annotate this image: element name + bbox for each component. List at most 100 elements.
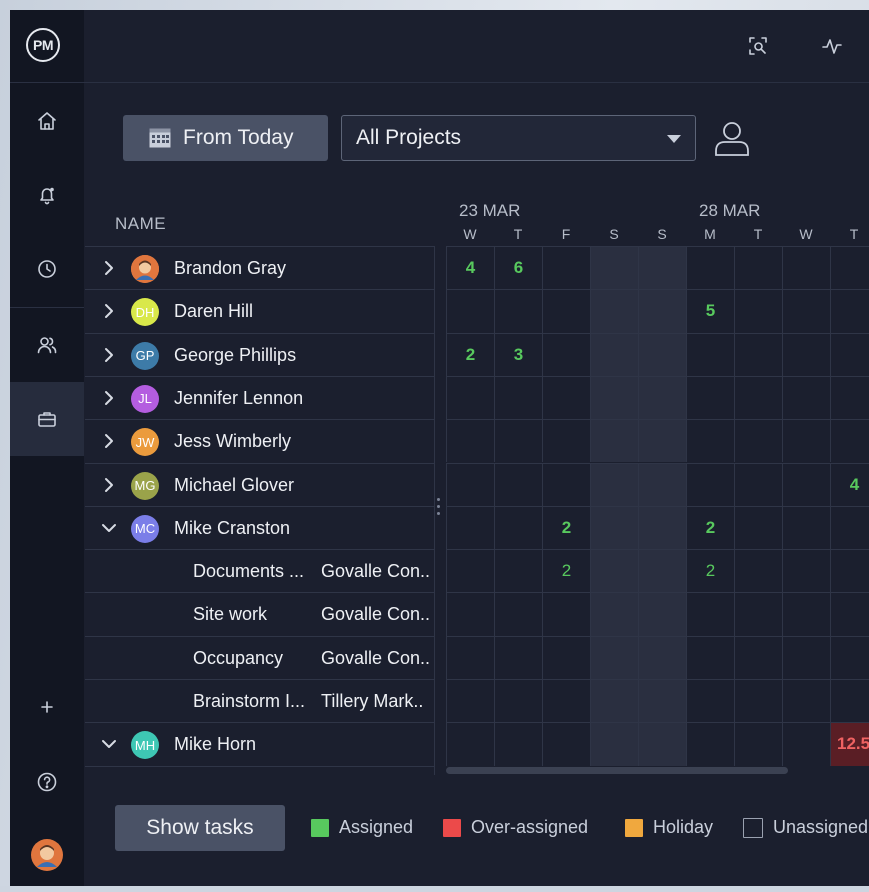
workload-cell[interactable] [638,722,686,766]
workload-cell[interactable] [734,679,782,723]
workload-cell[interactable] [638,592,686,636]
workload-cell[interactable] [782,462,830,506]
sidebar-item-notifications[interactable] [10,158,84,232]
workload-cell[interactable] [782,592,830,636]
workload-cell[interactable] [734,375,782,420]
workload-cell[interactable] [590,679,638,723]
workload-cell[interactable] [782,419,830,463]
workload-cell[interactable]: 4 [830,462,869,506]
workload-cell[interactable] [590,332,638,376]
workload-cell[interactable]: 2 [686,505,734,550]
resource-row[interactable]: JW Jess Wimberly [85,419,435,462]
project-select[interactable]: All Projects [341,115,696,161]
workload-cell[interactable] [542,679,590,723]
workload-cell[interactable] [446,505,494,550]
workload-cell[interactable] [446,592,494,636]
workload-cell[interactable]: 5 [686,289,734,333]
workload-cell[interactable]: 3 [494,332,542,376]
workload-cell[interactable] [830,332,869,376]
workload-cell[interactable] [590,246,638,290]
resource-row[interactable]: MH Mike Horn [85,722,435,765]
from-today-button[interactable]: From Today [123,115,328,161]
workload-cell[interactable] [638,332,686,376]
workload-cell[interactable]: 2 [542,505,590,550]
workload-cell[interactable] [542,332,590,376]
workload-cell[interactable] [734,549,782,593]
sidebar-item-team[interactable] [10,308,84,382]
workload-cell[interactable] [734,332,782,376]
workload-cell[interactable]: 6 [494,246,542,290]
resource-row[interactable]: MG Michael Glover [85,462,435,506]
workload-cell[interactable] [446,722,494,766]
workload-cell[interactable] [734,722,782,766]
workload-cell[interactable]: 4 [446,246,494,290]
workload-cell[interactable] [830,635,869,679]
workload-cell[interactable] [590,375,638,420]
workload-cell[interactable] [494,679,542,723]
workload-cell[interactable] [734,462,782,506]
workload-cell[interactable] [686,722,734,766]
workload-cell[interactable] [494,549,542,593]
workload-cell[interactable] [734,635,782,679]
workload-cell[interactable] [542,635,590,679]
workload-cell[interactable] [446,419,494,463]
workload-cell[interactable] [734,419,782,463]
task-row[interactable]: Occupancy Govalle Con.. [85,635,435,679]
workload-cell[interactable] [590,289,638,333]
workload-cell[interactable] [686,462,734,506]
workload-cell[interactable] [494,505,542,550]
workload-cell[interactable] [830,246,869,290]
chevron-down-icon[interactable] [101,520,117,536]
workload-cell[interactable] [830,375,869,420]
workload-cell[interactable] [686,592,734,636]
workload-cell[interactable] [830,419,869,463]
workload-cell[interactable] [782,289,830,333]
chevron-right-icon[interactable] [101,433,117,449]
workload-cell[interactable]: 2 [446,332,494,376]
workload-cell[interactable] [782,549,830,593]
sidebar-item-add[interactable] [10,670,84,744]
workload-cell[interactable] [830,549,869,593]
workload-cell[interactable] [590,549,638,593]
resource-row[interactable]: GP George Phillips [85,332,435,376]
workload-cell[interactable] [782,635,830,679]
show-tasks-button[interactable]: Show tasks [115,805,285,851]
workload-cell[interactable] [590,722,638,766]
workload-cell[interactable] [542,246,590,290]
horizontal-scrollbar[interactable] [446,767,788,774]
workload-cell[interactable] [542,592,590,636]
workload-cell[interactable] [446,462,494,506]
workload-cell[interactable] [686,419,734,463]
workload-cell[interactable] [494,289,542,333]
resource-row[interactable]: MC Mike Cranston [85,505,435,549]
workload-cell[interactable] [446,549,494,593]
workload-cell[interactable] [590,462,638,506]
workload-cell[interactable] [542,722,590,766]
workload-cell[interactable] [782,505,830,550]
task-row[interactable]: Documents ... Govalle Con.. [85,549,435,592]
workload-cell[interactable] [638,462,686,506]
workload-cell[interactable] [638,549,686,593]
workload-cell[interactable] [590,635,638,679]
workload-cell[interactable]: 12.5 [830,722,869,766]
workload-cell[interactable] [542,462,590,506]
workload-cell[interactable] [830,592,869,636]
resource-row[interactable]: Brandon Gray [85,246,435,289]
workload-cell[interactable] [638,289,686,333]
chevron-right-icon[interactable] [101,390,117,406]
activity-button[interactable] [818,32,846,60]
chevron-right-icon[interactable] [101,347,117,363]
workload-cell[interactable] [542,419,590,463]
workload-cell[interactable] [782,375,830,420]
task-row[interactable]: Brainstorm I... Tillery Mark.. [85,679,435,722]
workload-cell[interactable] [830,505,869,550]
workload-cell[interactable] [446,635,494,679]
sidebar-user-avatar[interactable] [10,818,84,892]
workload-cell[interactable] [590,592,638,636]
workload-cell[interactable]: 2 [686,549,734,593]
workload-cell[interactable] [494,462,542,506]
workload-cell[interactable] [638,375,686,420]
user-filter-button[interactable] [712,118,752,158]
workload-cell[interactable] [782,722,830,766]
workload-cell[interactable] [542,375,590,420]
